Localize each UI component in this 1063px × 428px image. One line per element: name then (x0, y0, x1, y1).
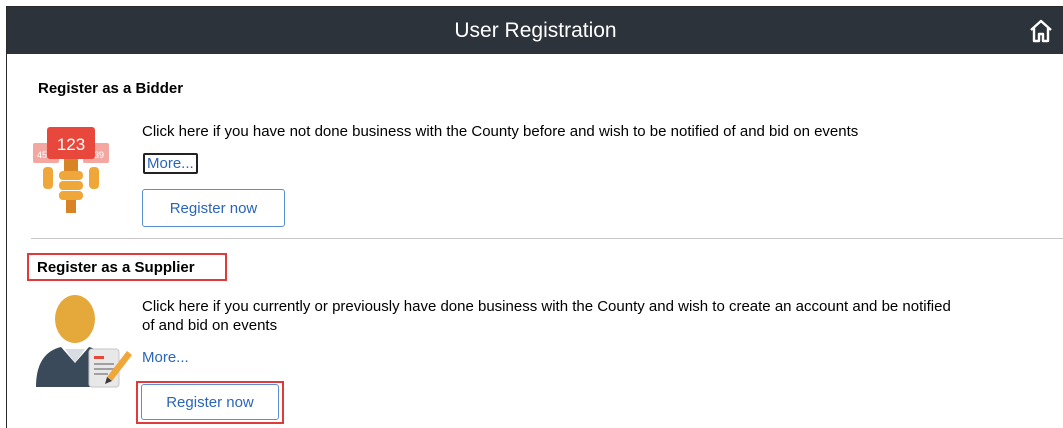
registration-page: User Registration Register as a Bidder 4… (6, 6, 1063, 428)
bidder-register-button[interactable]: Register now (142, 189, 285, 227)
page-title: User Registration (454, 19, 617, 42)
supplier-avatar-icon (36, 295, 132, 388)
svg-text:45: 45 (37, 150, 47, 160)
section-divider (31, 238, 1063, 239)
bidder-section-title: Register as a Bidder (38, 80, 184, 97)
bidder-description: Click here if you have not done business… (142, 123, 859, 140)
svg-text:39: 39 (94, 150, 104, 160)
supplier-description-line-2: of and bid on events (142, 317, 278, 334)
supplier-register-button[interactable]: Register now (141, 384, 279, 420)
supplier-description-line-1: Click here if you currently or previousl… (142, 298, 951, 315)
supplier-more-link[interactable]: More... (142, 349, 189, 366)
page-header: User Registration (7, 7, 1063, 54)
auction-paddle-icon: 45 39 123 (33, 127, 109, 213)
home-icon[interactable] (1028, 18, 1054, 44)
bidder-more-link[interactable]: More... (143, 153, 198, 174)
supplier-section-title: Register as a Supplier (37, 259, 195, 276)
badge-number: 123 (57, 135, 85, 154)
